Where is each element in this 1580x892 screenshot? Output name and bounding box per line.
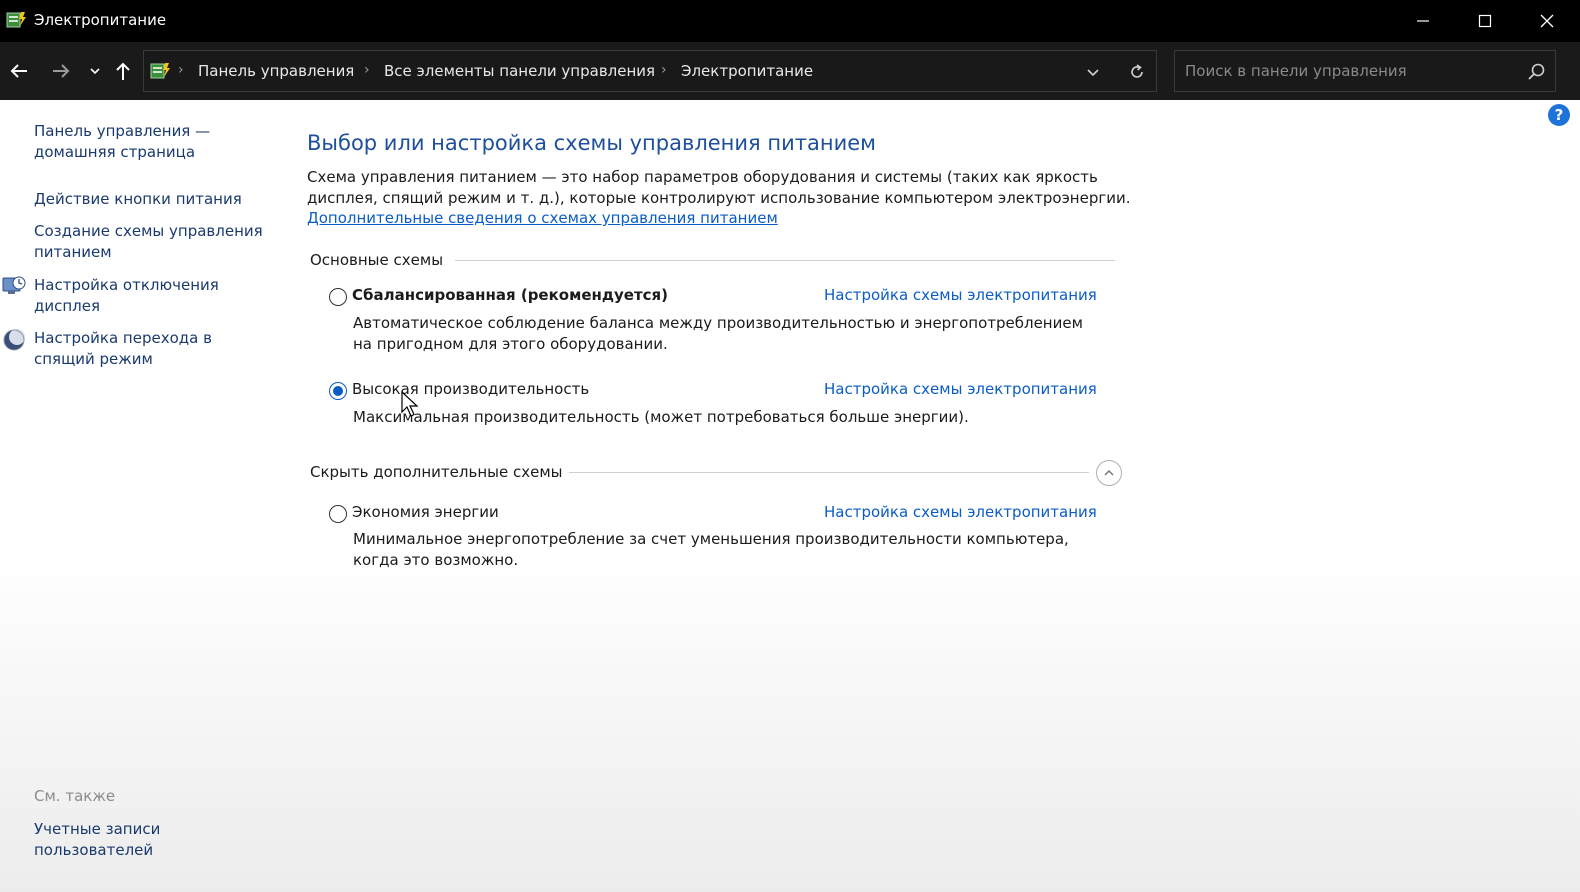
- plan-desc-power-saver: Минимальное энергопотребление за счет ум…: [353, 529, 1093, 571]
- radio-high-performance[interactable]: [329, 382, 347, 400]
- primary-plans-heading: Основные схемы: [310, 251, 444, 269]
- search-icon[interactable]: [1525, 61, 1547, 83]
- nav-home-line2: домашняя страница: [34, 143, 196, 161]
- breadcrumb-control-panel[interactable]: Панель управления: [198, 62, 354, 80]
- nav-create-plan-line1: Создание схемы управления: [34, 222, 263, 240]
- up-button[interactable]: [108, 56, 138, 86]
- nav-home-line1: Панель управления —: [34, 122, 211, 140]
- plan-desc-balanced: Автоматическое соблюдение баланса между …: [353, 313, 1093, 355]
- forward-button[interactable]: [46, 56, 76, 86]
- page-description: Схема управления питанием — это набор па…: [307, 167, 1137, 209]
- close-button[interactable]: [1516, 0, 1578, 42]
- nav-user-accounts-line2: пользователей: [34, 841, 154, 859]
- nav-display-off-line2: дисплея: [34, 297, 101, 315]
- breadcrumb-all-items[interactable]: Все элементы панели управления: [384, 62, 655, 80]
- refresh-button[interactable]: [1122, 57, 1152, 87]
- plan-name-power-saver[interactable]: Экономия энергии: [352, 503, 499, 521]
- plan-desc-high-performance-line1: Максимальная производительность (может п…: [353, 408, 969, 426]
- chevron-down-icon: [1087, 69, 1099, 77]
- radio-balanced[interactable]: [329, 288, 347, 306]
- breadcrumb-separator-icon: ›: [364, 62, 370, 78]
- breadcrumb-separator-icon: ›: [178, 62, 184, 78]
- address-bar[interactable]: › Панель управления › Все элементы панел…: [143, 50, 1157, 92]
- chevron-down-icon: [90, 68, 100, 75]
- description-line2: дисплея, спящий режим и т. д.), которые …: [307, 189, 1131, 207]
- more-info-link[interactable]: Дополнительные сведения о схемах управле…: [307, 209, 778, 227]
- minimize-button[interactable]: [1392, 0, 1454, 42]
- address-dropdown-button[interactable]: [1078, 57, 1108, 87]
- nav-create-plan-link[interactable]: Создание схемы управления питанием: [34, 221, 263, 263]
- collapse-button[interactable]: [1096, 460, 1122, 486]
- plan-settings-link-balanced[interactable]: Настройка схемы электропитания: [824, 286, 1097, 304]
- nav-create-plan-line2: питанием: [34, 243, 112, 261]
- description-line1: Схема управления питанием — это набор па…: [307, 168, 1098, 186]
- title-bar: Электропитание: [0, 0, 1580, 42]
- breadcrumb-power-options[interactable]: Электропитание: [681, 62, 813, 80]
- back-button[interactable]: [4, 56, 34, 86]
- window-title: Электропитание: [34, 11, 167, 29]
- nav-display-off-link[interactable]: Настройка отключения дисплея: [34, 275, 219, 317]
- arrow-left-icon: [10, 64, 27, 78]
- plan-desc-power-saver-line2: когда это возможно.: [353, 551, 519, 569]
- plan-settings-link-power-saver[interactable]: Настройка схемы электропитания: [824, 503, 1097, 521]
- mouse-cursor-icon: [401, 390, 419, 417]
- search-box[interactable]: [1174, 50, 1556, 92]
- control-panel-icon: [150, 63, 170, 79]
- recent-locations-button[interactable]: [80, 56, 110, 86]
- chevron-up-icon: [1104, 469, 1114, 476]
- breadcrumb-separator-icon: ›: [661, 62, 667, 78]
- arrow-up-icon: [116, 62, 130, 80]
- additional-plans-heading[interactable]: Скрыть дополнительные схемы: [310, 463, 562, 481]
- page-title: Выбор или настройка схемы управления пит…: [307, 131, 876, 155]
- nav-sleep-line2: спящий режим: [34, 350, 153, 368]
- nav-power-button-link[interactable]: Действие кнопки питания: [34, 189, 242, 210]
- maximize-icon: [1478, 14, 1492, 28]
- nav-user-accounts-link[interactable]: Учетные записи пользователей: [34, 819, 160, 861]
- group-divider: [569, 472, 1089, 473]
- plan-desc-balanced-line2: на пригодном для этого оборудовании.: [353, 335, 668, 353]
- nav-home-link[interactable]: Панель управления — домашняя страница: [34, 121, 210, 163]
- maximize-button[interactable]: [1454, 0, 1516, 42]
- power-options-icon: [6, 12, 26, 28]
- help-icon[interactable]: ?: [1548, 104, 1570, 126]
- arrow-right-icon: [53, 64, 70, 78]
- plan-desc-power-saver-line1: Минимальное энергопотребление за счет ум…: [353, 530, 1069, 548]
- plan-settings-link-high-performance[interactable]: Настройка схемы электропитания: [824, 380, 1097, 398]
- search-input[interactable]: [1185, 59, 1515, 83]
- plan-desc-balanced-line1: Автоматическое соблюдение баланса между …: [353, 314, 1083, 332]
- minimize-icon: [1417, 20, 1429, 22]
- nav-display-off-line1: Настройка отключения: [34, 276, 219, 294]
- nav-sleep-link[interactable]: Настройка перехода в спящий режим: [34, 328, 212, 370]
- plan-name-balanced[interactable]: Сбалансированная (рекомендуется): [352, 286, 668, 304]
- nav-user-accounts-line1: Учетные записи: [34, 820, 161, 838]
- nav-sleep-line1: Настройка перехода в: [34, 329, 212, 347]
- sleep-moon-icon: [3, 329, 25, 351]
- plan-name-high-performance[interactable]: Высокая производительность: [352, 380, 589, 398]
- display-settings-icon: [2, 276, 26, 294]
- see-also-heading: См. также: [34, 787, 116, 805]
- navigation-bar: › Панель управления › Все элементы панел…: [0, 42, 1580, 100]
- close-icon: [1540, 14, 1554, 28]
- refresh-icon: [1131, 64, 1143, 78]
- group-divider: [455, 260, 1115, 261]
- plan-desc-high-performance: Максимальная производительность (может п…: [353, 407, 1093, 428]
- radio-power-saver[interactable]: [329, 505, 347, 523]
